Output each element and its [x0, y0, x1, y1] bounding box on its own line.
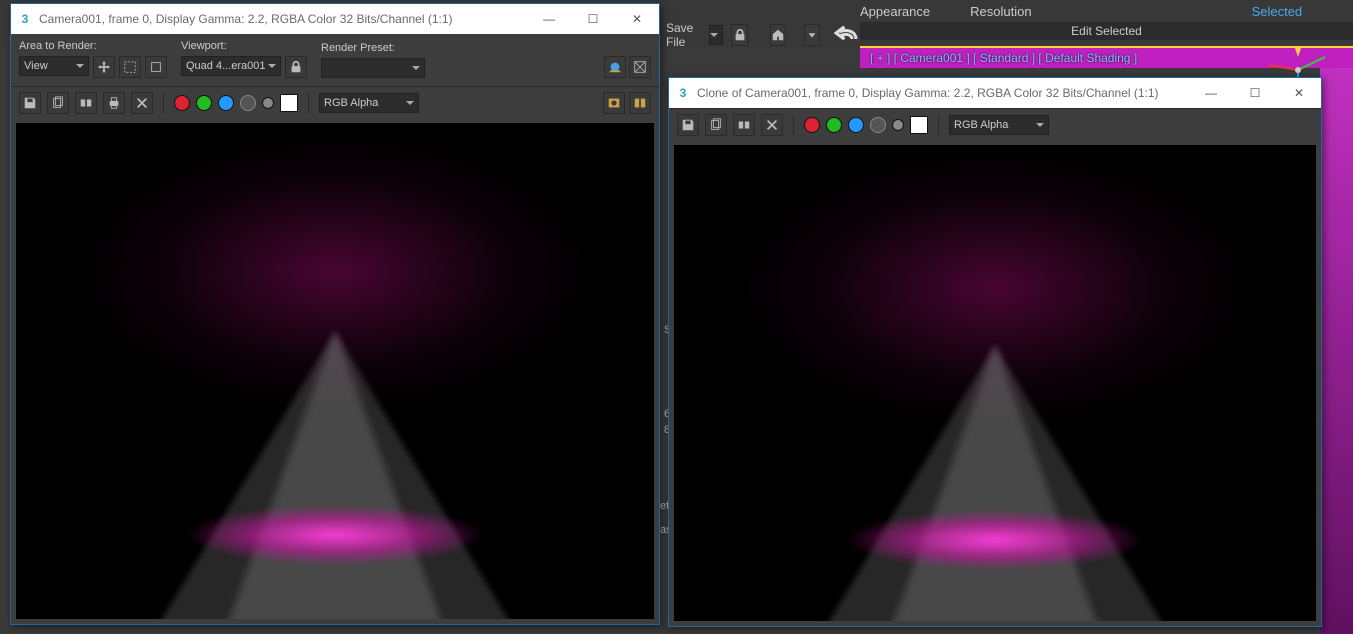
copy-icon[interactable] [705, 114, 727, 136]
render-area [11, 118, 659, 624]
home-icon[interactable] [770, 24, 786, 46]
region-icon[interactable] [119, 56, 141, 78]
render-settings-row: Area to Render: View Viewport: Quad 4...… [11, 34, 659, 86]
color-swatch[interactable] [910, 116, 928, 134]
menu-selected[interactable]: Selected [1252, 4, 1303, 19]
crop-icon[interactable] [145, 56, 167, 78]
blue-channel-button[interactable] [218, 95, 234, 111]
render-preset-label: Render Preset: [321, 42, 425, 54]
save-icon[interactable] [677, 114, 699, 136]
lock-viewport-icon[interactable] [285, 56, 307, 78]
menu-resolution[interactable]: Resolution [970, 4, 1031, 19]
titlebar[interactable]: 3 Clone of Camera001, frame 0, Display G… [669, 78, 1321, 108]
pan-icon[interactable] [93, 56, 115, 78]
save-icon[interactable] [19, 92, 41, 114]
titlebar[interactable]: 3 Camera001, frame 0, Display Gamma: 2.2… [11, 4, 659, 34]
edit-selected-strip[interactable]: Edit Selected [860, 22, 1353, 40]
maximize-button[interactable]: ☐ [571, 4, 615, 34]
red-channel-button[interactable] [804, 117, 820, 133]
frame-toolbar: RGB Alpha [11, 86, 659, 118]
channel-select[interactable]: RGB Alpha [319, 93, 419, 113]
window-title: Clone of Camera001, frame 0, Display Gam… [697, 86, 1189, 100]
save-file-dropdown[interactable] [709, 25, 723, 45]
viewport-label: [ + ] [ Camera001 ] [ Standard ] [ Defau… [870, 51, 1137, 65]
dropdown-arrow-icon[interactable] [804, 24, 820, 46]
delete-icon[interactable] [761, 114, 783, 136]
print-icon[interactable] [103, 92, 125, 114]
render-canvas[interactable] [16, 123, 654, 619]
green-channel-button[interactable] [826, 117, 842, 133]
mono-channel-button[interactable] [262, 97, 274, 109]
app-top-menu: Appearance Resolution Selected [860, 0, 1302, 19]
overlay-toggle-icon[interactable] [603, 92, 625, 114]
alpha-channel-button[interactable] [240, 95, 256, 111]
close-button[interactable]: ✕ [615, 4, 659, 34]
copy-icon[interactable] [47, 92, 69, 114]
clone-icon[interactable] [733, 114, 755, 136]
viewport-label: Viewport: [181, 40, 307, 52]
blue-channel-button[interactable] [848, 117, 864, 133]
viewport-select[interactable]: Quad 4...era001 [181, 56, 281, 76]
color-swatch[interactable] [280, 94, 298, 112]
maximize-button[interactable]: ☐ [1233, 78, 1277, 108]
minimize-button[interactable]: — [1189, 78, 1233, 108]
render-window-1: 3 Camera001, frame 0, Display Gamma: 2.2… [10, 3, 660, 625]
window-title: Camera001, frame 0, Display Gamma: 2.2, … [39, 12, 527, 26]
lock-icon[interactable] [731, 24, 747, 46]
render-setup-button[interactable] [629, 56, 651, 78]
viewport-background [1320, 68, 1353, 634]
render-button[interactable] [604, 56, 626, 78]
delete-icon[interactable] [131, 92, 153, 114]
render-preset-select[interactable] [321, 58, 425, 78]
menu-appearance[interactable]: Appearance [860, 4, 930, 19]
render-canvas[interactable] [674, 145, 1316, 621]
area-to-render-select[interactable]: View [19, 56, 89, 76]
clone-icon[interactable] [75, 92, 97, 114]
undo-arrow-icon[interactable] [834, 25, 860, 46]
render-window-2: 3 Clone of Camera001, frame 0, Display G… [668, 77, 1322, 627]
frame-toolbar: RGB Alpha [669, 108, 1321, 140]
save-file-label[interactable]: Save File [666, 21, 701, 49]
area-to-render-label: Area to Render: [19, 40, 167, 52]
close-button[interactable]: ✕ [1277, 78, 1321, 108]
minimize-button[interactable]: — [527, 4, 571, 34]
channel-select[interactable]: RGB Alpha [949, 115, 1049, 135]
render-area [669, 140, 1321, 626]
green-channel-button[interactable] [196, 95, 212, 111]
app-icon: 3 [17, 11, 33, 27]
alpha-channel-button[interactable] [870, 117, 886, 133]
compare-toggle-icon[interactable] [629, 92, 651, 114]
red-channel-button[interactable] [174, 95, 190, 111]
app-icon: 3 [675, 85, 691, 101]
bg-secondary-toolbar: Save File [660, 22, 860, 48]
mono-channel-button[interactable] [892, 119, 904, 131]
